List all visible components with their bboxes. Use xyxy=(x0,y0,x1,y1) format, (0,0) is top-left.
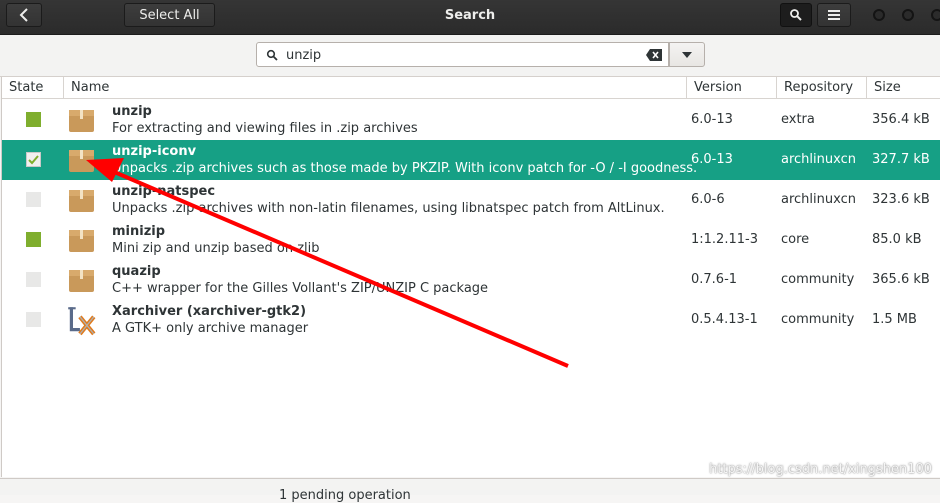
package-repository: core xyxy=(781,232,810,247)
header-bar: Select All Search xyxy=(0,0,940,35)
xarchiver-icon xyxy=(68,307,96,336)
available-state-icon[interactable] xyxy=(26,272,41,287)
package-version: 1:1.2.11-3 xyxy=(691,232,758,247)
status-bar: 1 pending operation xyxy=(0,478,940,503)
search-toggle-button[interactable] xyxy=(780,3,812,27)
package-size: 323.6 kB xyxy=(872,192,930,207)
close-window-icon[interactable] xyxy=(931,9,940,21)
column-header-version[interactable]: Version xyxy=(687,77,777,99)
table-row[interactable]: Xarchiver (xarchiver-gtk2) A GTK+ only a… xyxy=(2,300,940,340)
package-icon xyxy=(69,270,94,292)
chevron-left-icon xyxy=(19,8,28,22)
column-header-state[interactable]: State xyxy=(2,77,64,99)
search-input-value: unzip xyxy=(286,48,322,63)
available-state-icon[interactable] xyxy=(26,312,41,327)
package-repository: extra xyxy=(781,112,815,127)
package-name: unzip xyxy=(112,104,152,119)
package-description: Unpacks .zip archives such as those made… xyxy=(112,161,698,176)
package-repository: archlinuxcn xyxy=(781,192,856,207)
package-description: Unpacks .zip archives with non-latin fil… xyxy=(112,201,665,216)
package-icon xyxy=(69,230,94,252)
package-icon xyxy=(69,110,94,132)
package-repository: community xyxy=(781,312,855,327)
search-input[interactable]: unzip xyxy=(256,42,669,67)
column-header-repository[interactable]: Repository xyxy=(777,77,867,99)
install-checkbox[interactable] xyxy=(26,152,41,167)
package-version: 6.0-6 xyxy=(691,192,725,207)
table-row[interactable]: unzip For extracting and viewing files i… xyxy=(2,100,940,140)
table-row[interactable]: unzip-iconv Unpacks .zip archives such a… xyxy=(2,140,940,180)
installed-state-icon[interactable] xyxy=(26,232,41,247)
available-state-icon[interactable] xyxy=(26,192,41,207)
triangle-down-icon xyxy=(682,51,692,58)
table-row[interactable]: unzip-natspec Unpacks .zip archives with… xyxy=(2,180,940,220)
package-description: A GTK+ only archive manager xyxy=(112,321,309,336)
select-all-button[interactable]: Select All xyxy=(124,3,215,27)
package-size: 356.4 kB xyxy=(872,112,930,127)
package-name: quazip xyxy=(112,264,161,279)
minimize-window-icon[interactable] xyxy=(873,9,885,21)
package-size: 365.6 kB xyxy=(872,272,930,287)
table-row[interactable]: minizip Mini zip and unzip based on zlib… xyxy=(2,220,940,260)
search-icon xyxy=(266,49,278,61)
back-button[interactable] xyxy=(6,3,42,27)
package-size: 1.5 MB xyxy=(872,312,917,327)
menu-button[interactable] xyxy=(817,3,851,27)
search-filter-dropdown[interactable] xyxy=(669,42,705,67)
checkmark-icon xyxy=(28,155,39,165)
installed-state-icon[interactable] xyxy=(26,112,41,127)
pending-operations-label[interactable]: 1 pending operation xyxy=(279,488,411,503)
package-icon xyxy=(69,190,94,212)
package-name: unzip-natspec xyxy=(112,184,216,199)
package-size: 327.7 kB xyxy=(872,152,930,167)
search-bar: unzip xyxy=(0,35,940,77)
package-description: C++ wrapper for the Gilles Vollant's ZIP… xyxy=(112,281,489,296)
search-icon xyxy=(790,9,802,21)
column-header-name[interactable]: Name xyxy=(64,77,687,99)
package-version: 6.0-13 xyxy=(691,112,733,127)
package-table: State Name Version Repository Size unzip… xyxy=(1,77,940,477)
hamburger-menu-icon xyxy=(828,10,840,20)
package-version: 0.5.4.13-1 xyxy=(691,312,758,327)
package-description: Mini zip and unzip based on zlib xyxy=(112,241,320,256)
maximize-window-icon[interactable] xyxy=(902,9,914,21)
column-header-size[interactable]: Size xyxy=(867,77,940,99)
package-name: unzip-iconv xyxy=(112,144,197,159)
watermark: https://blog.csdn.net/xingshen100 xyxy=(709,462,932,477)
package-icon xyxy=(69,150,94,172)
package-size: 85.0 kB xyxy=(872,232,922,247)
package-name: minizip xyxy=(112,224,166,239)
package-description: For extracting and viewing files in .zip… xyxy=(112,121,418,136)
clear-search-icon[interactable] xyxy=(646,49,662,61)
package-version: 6.0-13 xyxy=(691,152,733,167)
package-repository: archlinuxcn xyxy=(781,152,856,167)
package-repository: community xyxy=(781,272,855,287)
package-name: Xarchiver (xarchiver-gtk2) xyxy=(112,304,307,319)
table-row[interactable]: quazip C++ wrapper for the Gilles Vollan… xyxy=(2,260,940,300)
package-version: 0.7.6-1 xyxy=(691,272,738,287)
